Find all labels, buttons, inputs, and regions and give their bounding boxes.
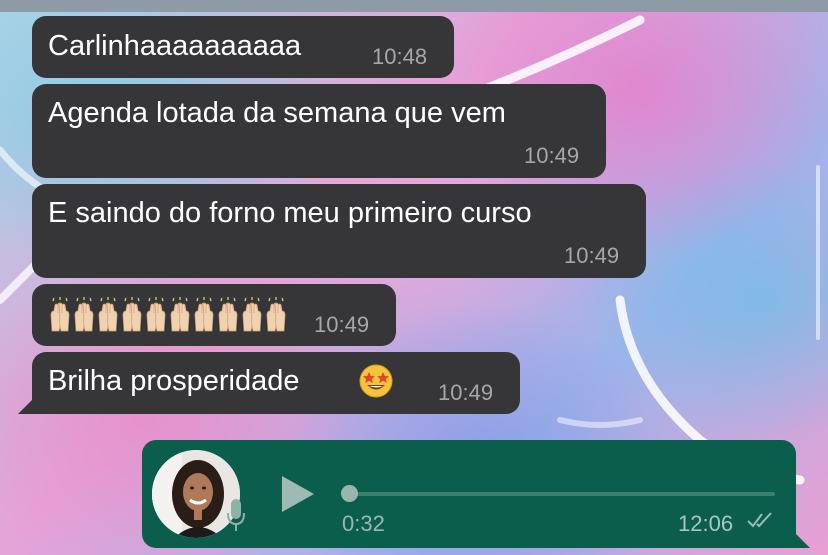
message-bubble[interactable]: E saindo do forno meu primeiro curso 10:… (32, 184, 646, 278)
raising-hands-icon (266, 297, 286, 332)
message-text: E saindo do forno meu primeiro curso (48, 197, 532, 229)
voice-duration: 0:32 (342, 511, 385, 536)
message-timestamp: 10:48 (372, 44, 428, 69)
scrollbar[interactable] (816, 165, 820, 340)
audio-progress-track[interactable] (347, 492, 775, 496)
star-struck-icon (359, 364, 393, 398)
raising-hands-icon (242, 297, 262, 332)
message-bubble[interactable]: Agenda lotada da semana que vem 10:49 (32, 84, 606, 178)
audio-progress-handle[interactable] (341, 485, 358, 502)
raising-hands-icon (98, 297, 118, 332)
voice-message-bubble[interactable]: 0:32 12:06 (142, 440, 810, 548)
message-timestamp: 10:49 (524, 143, 580, 168)
emoji-row (48, 297, 288, 333)
message-bubble[interactable]: 10:49 (32, 284, 396, 346)
raising-hands-icon (122, 297, 142, 332)
play-icon[interactable] (280, 476, 316, 512)
raising-hands-icon (170, 297, 190, 332)
raising-hands-icon (218, 297, 238, 332)
microphone-icon (227, 499, 245, 531)
message-timestamp: 10:49 (564, 243, 620, 268)
message-timestamp: 10:49 (314, 312, 370, 337)
double-check-icon (747, 512, 772, 528)
raising-hands-icon (50, 297, 70, 332)
bubble-tail (796, 534, 810, 548)
raising-hands-icon (74, 297, 94, 332)
message-text: Carlinhaaaaaaaaaa (48, 30, 302, 62)
message-text: Brilha prosperidade (48, 365, 300, 397)
bubble-tail (18, 400, 32, 414)
raising-hands-icon (194, 297, 214, 332)
top-bar (0, 0, 828, 12)
raising-hands-emoji-group (50, 297, 286, 332)
message-text: Agenda lotada da semana que vem (48, 97, 506, 129)
message-bubble[interactable]: Carlinhaaaaaaaaaa 10:48 (32, 16, 454, 78)
message-timestamp: 10:49 (438, 380, 494, 405)
message-bubble[interactable]: Brilha prosperidade 10:49 (18, 352, 520, 414)
message-timestamp: 12:06 (678, 511, 734, 536)
raising-hands-icon (146, 297, 166, 332)
